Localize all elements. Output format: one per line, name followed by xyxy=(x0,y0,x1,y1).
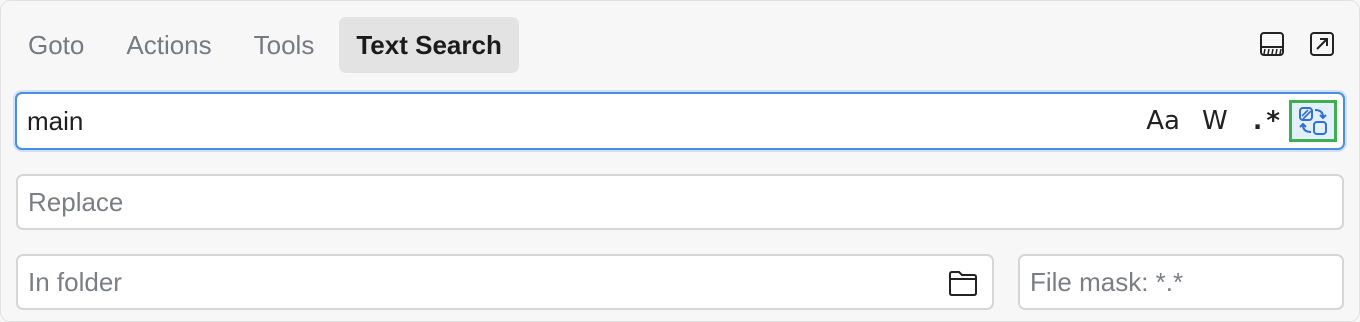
tab-tools[interactable]: Tools xyxy=(237,17,332,73)
search-input[interactable] xyxy=(27,94,1127,148)
regex-toggle[interactable]: .* xyxy=(1250,106,1281,136)
dock-bottom-icon[interactable] xyxy=(1259,31,1285,57)
file-mask-input[interactable] xyxy=(1030,256,1330,308)
file-mask-field xyxy=(1018,254,1344,310)
folder-field xyxy=(16,254,994,310)
tab-bar: Goto Actions Tools Text Search xyxy=(11,17,527,73)
folder-icon[interactable] xyxy=(948,269,978,297)
replace-input[interactable] xyxy=(28,176,1328,228)
header-actions xyxy=(1259,31,1335,57)
tab-actions[interactable]: Actions xyxy=(109,17,228,73)
tab-text-search[interactable]: Text Search xyxy=(339,17,519,73)
whole-word-toggle[interactable]: W xyxy=(1202,106,1228,136)
open-external-icon[interactable] xyxy=(1309,31,1335,57)
replace-toggle-icon xyxy=(1299,107,1327,135)
folder-input[interactable] xyxy=(28,256,928,308)
replace-toggle-button[interactable] xyxy=(1289,100,1337,142)
tab-goto[interactable]: Goto xyxy=(11,17,101,73)
search-options: Aa W .* xyxy=(1124,96,1337,146)
search-field: Aa W .* xyxy=(15,92,1345,150)
replace-field xyxy=(16,174,1344,230)
text-search-panel: Goto Actions Tools Text Search main Aa W… xyxy=(0,0,1360,322)
match-case-toggle[interactable]: Aa xyxy=(1146,106,1180,136)
